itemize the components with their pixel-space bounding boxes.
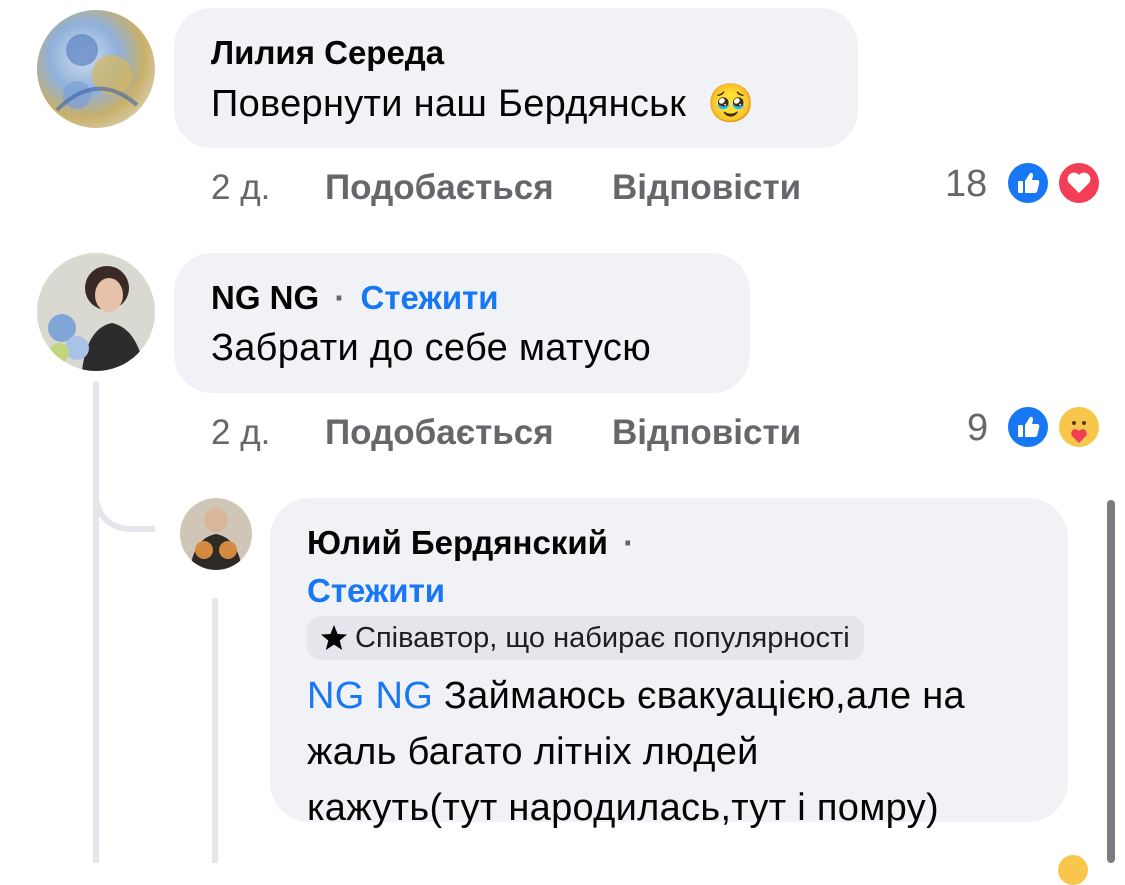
avatar-image [190, 508, 242, 570]
rising-contributor-badge[interactable]: Співавтор, що набирає популярності [307, 616, 864, 660]
pleading-face-emoji: 🥹 [707, 83, 755, 125]
care-glyph [1071, 421, 1087, 443]
comment-text: Забрати до себе матусю [211, 327, 652, 369]
comment-time[interactable]: 2 д. [211, 413, 270, 453]
like-icon[interactable] [1005, 160, 1051, 206]
avatar-ng-ng[interactable] [37, 253, 155, 371]
avatar-yuliy[interactable] [180, 498, 252, 570]
heart-glyph [1067, 172, 1091, 193]
thread-curve [93, 470, 155, 532]
thread-line [93, 382, 99, 863]
follow-button[interactable]: Стежити [361, 279, 499, 316]
like-button[interactable]: Подобається [325, 168, 554, 208]
reply-text-line: кажуть(тут народилась,тут і помру) [307, 787, 939, 829]
follow-button[interactable]: Стежити [307, 572, 445, 610]
reply-text: NG NG Займаюсь євакуацією,але на жаль ба… [307, 668, 965, 836]
love-icon[interactable] [1056, 160, 1102, 206]
thumbs-up-glyph [1018, 172, 1040, 193]
thumbs-up-glyph [1018, 416, 1040, 437]
reply-thread-line [212, 598, 218, 863]
reaction-count[interactable]: 9 [967, 407, 988, 450]
avatar-image [48, 266, 145, 371]
comment-header: NG NG · Стежити [211, 279, 499, 317]
comment-author[interactable]: NG NG [211, 279, 319, 316]
avatar-image [55, 34, 139, 112]
mention-link[interactable]: NG NG [307, 675, 433, 717]
care-icon[interactable] [1056, 404, 1102, 450]
like-icon[interactable] [1005, 404, 1051, 450]
comment-bubble: Лилия Середа Повернути наш Бердянськ 🥹 [174, 8, 858, 148]
reply-header: Юлий Бердянский · [307, 524, 634, 562]
separator: · [334, 279, 346, 316]
reply-text-line: жаль багато літніх людей [307, 731, 759, 773]
star-icon [321, 625, 347, 650]
separator: · [623, 524, 635, 561]
comment-bubble: NG NG · Стежити Забрати до себе матусю [174, 253, 750, 393]
reply-bubble: Юлий Бердянский · Стежити Співавтор, що … [270, 498, 1068, 829]
reply-button[interactable]: Відповісти [612, 168, 801, 208]
comment-author[interactable]: Лилия Середа [211, 34, 444, 72]
reply-button[interactable]: Відповісти [612, 413, 801, 453]
comment-text: Повернути наш Бердянськ 🥹 [211, 82, 755, 126]
badge-label: Співавтор, що набирає популярності [355, 621, 850, 654]
like-button[interactable]: Подобається [325, 413, 554, 453]
partial-reaction-icon [1058, 855, 1088, 885]
avatar-liliya[interactable] [37, 10, 155, 128]
scrollbar-thumb[interactable] [1107, 500, 1115, 863]
reply-author[interactable]: Юлий Бердянский [307, 524, 608, 561]
comment-time[interactable]: 2 д. [211, 168, 270, 208]
reply-text-line: NG NG Займаюсь євакуацією,але на [307, 668, 965, 724]
comment-text-body: Повернути наш Бердянськ [211, 83, 687, 125]
reaction-count[interactable]: 18 [945, 163, 987, 206]
reply-text-body: Займаюсь євакуацією,але на [433, 675, 965, 717]
